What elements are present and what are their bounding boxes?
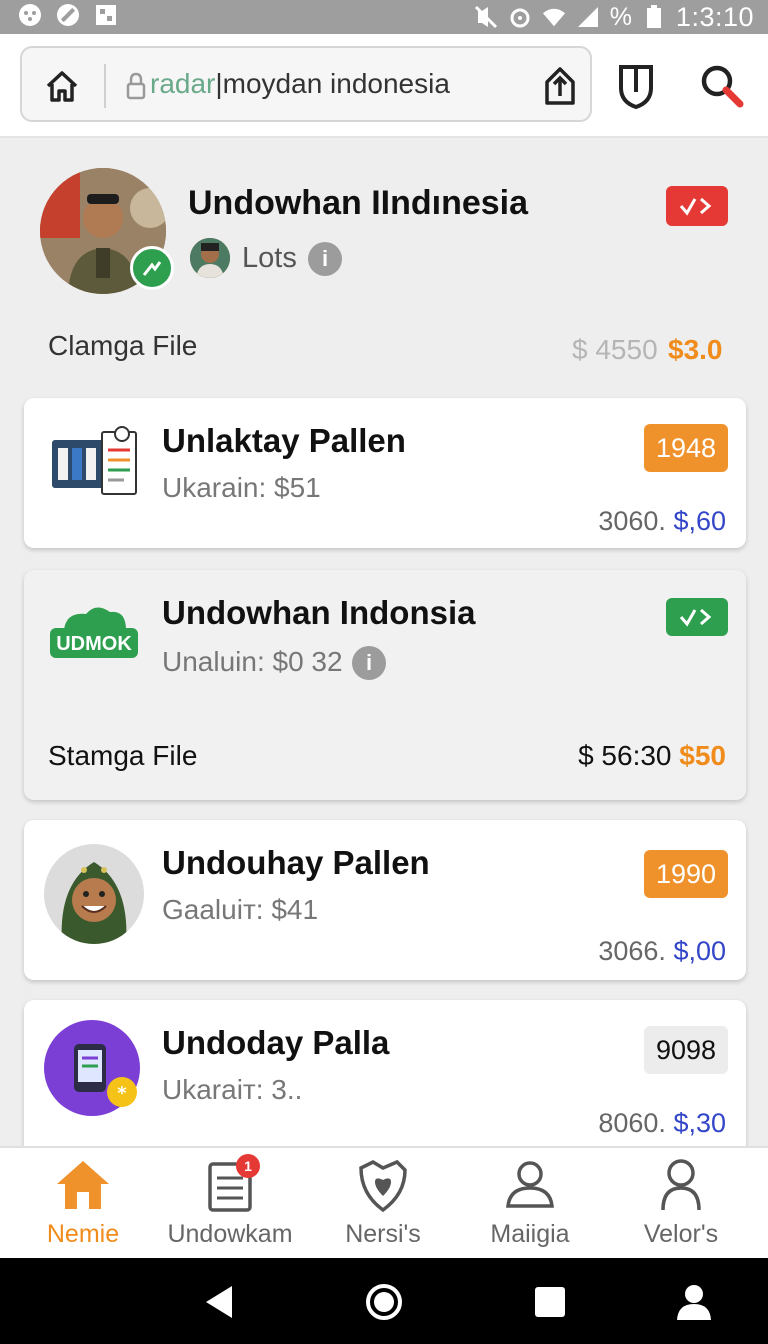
browser-toolbar: radar|moydan indonesia [0,34,768,138]
user-avatar [44,844,144,944]
divider [104,64,106,108]
signal-icon [576,5,600,29]
price-new: $3.0 [668,334,723,365]
wifi-icon [542,5,566,29]
bottom-navigation: Nemie 1 Undowkam Nersi's Maiigia Velor's [0,1146,768,1258]
card-title: Unlaktay Pallen [162,422,406,459]
nav-item-people[interactable]: Maiigia [455,1158,605,1254]
image-icon [94,3,118,27]
udmok-logo-icon: UDMOK [44,602,144,672]
list-icon: 1 [200,1154,260,1212]
system-navigation-bar [0,1258,768,1344]
listing-card[interactable]: Undouhay Pallen Gaaluiт: $41 1990 3066. … [24,820,746,980]
card-title: Undowhan Indonsia [162,594,476,631]
recents-icon[interactable] [530,1282,570,1322]
info-icon[interactable]: i [308,242,342,276]
battery-icon [642,5,666,29]
search-icon[interactable] [698,62,746,110]
home-icon [53,1158,113,1212]
profile-header: Undowhan IIndınesia Lots i Clamga File $… [0,140,768,390]
share-icon[interactable] [542,66,578,106]
listing-card[interactable]: Unlaktay Pallen Ukarain: $51 1948 3060. … [24,398,746,548]
card-title: Undoday Palla [162,1024,390,1061]
nav-item-profile[interactable]: Velor's [606,1158,756,1254]
nav-item-list[interactable]: 1 Undowkam [155,1154,305,1254]
count-badge: 9098 [644,1026,728,1074]
card-title: Undouhay Pallen [162,844,430,881]
listing-card[interactable]: UDMOK Undowhan Indonsia Unaluin: $0 32 i… [24,570,746,800]
home-button-icon[interactable] [364,1282,404,1322]
card-price: 3060. $,60 [598,506,726,536]
count-badge: 1990 [644,850,728,898]
card-subtitle: Gaaluiт: $41 [162,894,319,925]
account-icon[interactable] [674,1282,714,1322]
notification-badge: 1 [236,1154,260,1178]
lock-icon [126,72,146,100]
info-icon[interactable]: i [352,646,386,680]
verified-badge-icon [130,246,174,290]
card-price: $ 56:30 $50 [578,740,726,771]
person-icon [500,1158,560,1212]
home-icon[interactable] [42,66,82,106]
app-icon: * [44,1020,144,1120]
card-subtitle: Unaluin: $0 32 [162,646,343,677]
back-icon[interactable] [200,1282,240,1322]
clock: 1:3:10 [675,1,754,32]
document-illustration-icon [44,420,144,520]
card-subtitle: Ukarain: $51 [162,472,321,503]
card-subtitle: Ukaraiт: 3.. [162,1074,303,1105]
nav-item-home[interactable]: Nemie [8,1158,158,1254]
profile-name: Undowhan IIndınesia [188,184,529,222]
svg-text:UDMOK: UDMOK [56,633,132,655]
code-badge[interactable] [666,598,728,636]
nav-item-favorites[interactable]: Nersi's [308,1158,458,1254]
count-badge: 1948 [644,424,728,472]
alarm-icon [508,5,532,29]
url-text[interactable]: radar|moydan indonesia [150,68,450,100]
user-icon [651,1158,711,1212]
heart-shield-icon [353,1158,413,1213]
listing-card[interactable]: * Undoday Palla Ukaraiт: 3.. 9098 8060. … [24,1000,746,1170]
mini-avatar[interactable] [190,238,230,278]
shield-icon[interactable] [616,62,656,110]
game-icon [18,3,42,27]
card-price: 3066. $,00 [598,936,726,966]
file-label: Stamga File [48,740,198,771]
secondary-label: Lots [242,242,297,274]
battery-percent: % [609,2,632,31]
status-bar: % 1:3:10 [0,0,768,34]
price-old: $ 4550 [572,334,658,365]
file-label: Clamga File [48,330,198,361]
no-entry-icon [56,3,80,27]
code-badge[interactable] [666,186,728,226]
address-bar[interactable]: radar|moydan indonesia [20,46,592,122]
card-price: 8060. $,30 [598,1108,726,1138]
svg-text:*: * [117,1083,127,1104]
mute-icon [474,5,498,29]
